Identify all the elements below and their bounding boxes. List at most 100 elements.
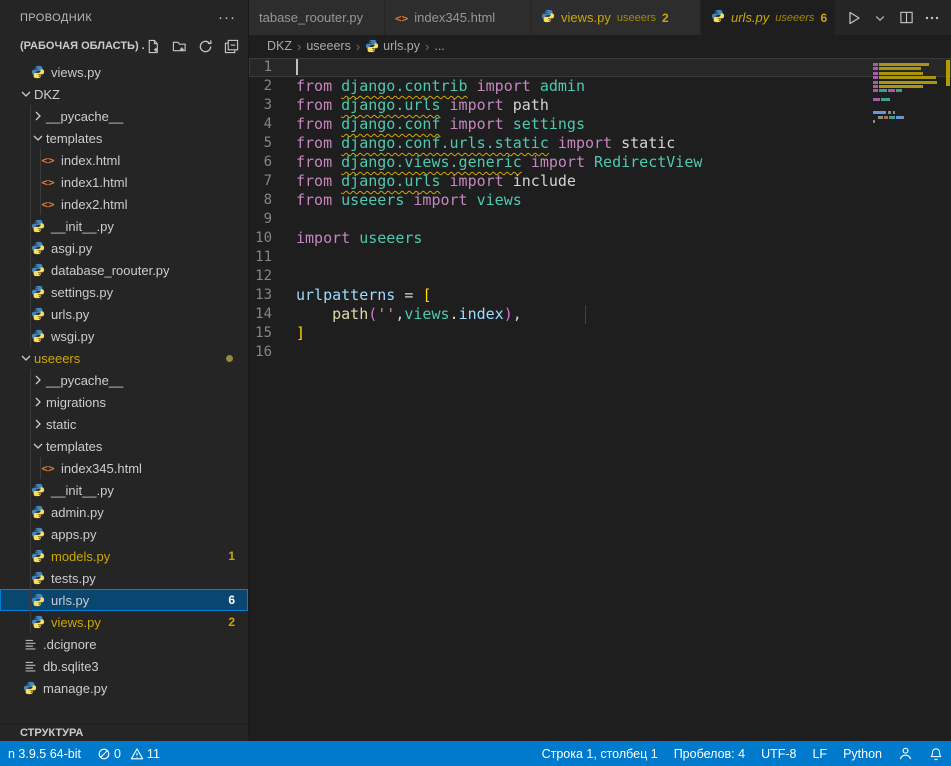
tree-folder-static[interactable]: static xyxy=(0,413,248,435)
tree-file-apps-py[interactable]: apps.py xyxy=(0,523,248,545)
split-editor-icon[interactable] xyxy=(895,7,917,29)
tree-file-settings-py[interactable]: settings.py xyxy=(0,281,248,303)
tree-file--init-py[interactable]: __init__.py xyxy=(0,215,248,237)
status-encoding[interactable]: UTF-8 xyxy=(753,741,804,766)
status-problems[interactable]: 011 xyxy=(89,741,168,766)
explorer-more-icon[interactable]: ··· xyxy=(218,9,236,26)
tree-file--dcignore[interactable]: .dcignore xyxy=(0,633,248,655)
tree-file-views-py[interactable]: views.py2 xyxy=(0,611,248,633)
overview-ruler[interactable] xyxy=(943,57,951,741)
tab-tabase-roouter-py[interactable]: tabase_roouter.py xyxy=(249,0,385,35)
tree-file-index1-html[interactable]: <>index1.html xyxy=(0,171,248,193)
tree-folder-useeers[interactable]: useeers xyxy=(0,347,248,369)
tab-index345-html[interactable]: <>index345.html xyxy=(385,0,531,35)
line-number: 13 xyxy=(249,286,296,305)
tree-item-label: index.html xyxy=(61,153,120,168)
breadcrumb-label: DKZ xyxy=(267,39,292,53)
breadcrumb-item-dkz[interactable]: DKZ xyxy=(267,39,292,53)
tree-folder--pycache-[interactable]: __pycache__ xyxy=(0,105,248,127)
code-token: django.conf.urls.static xyxy=(341,134,549,152)
status-feedback[interactable] xyxy=(890,741,921,766)
tree-folder-templates[interactable]: templates xyxy=(0,127,248,149)
tree-file-models-py[interactable]: models.py1 xyxy=(0,545,248,567)
code-token xyxy=(549,134,558,152)
tree-file-wsgi-py[interactable]: wsgi.py xyxy=(0,325,248,347)
tree-file-urls-py[interactable]: urls.py xyxy=(0,303,248,325)
indent-guide xyxy=(585,305,586,324)
tree-file-asgi-py[interactable]: asgi.py xyxy=(0,237,248,259)
minimap-mark xyxy=(893,111,895,114)
code-line-8: 8from useeers import views xyxy=(249,191,951,210)
tree-file-views-py[interactable]: views.py xyxy=(0,61,248,83)
chevron-down-icon[interactable] xyxy=(869,7,891,29)
tree-item-label: migrations xyxy=(46,395,106,410)
code-token xyxy=(468,77,477,95)
chevron-down-icon xyxy=(30,438,46,454)
problems-badge: 1 xyxy=(228,549,235,563)
editor[interactable]: 12from django.contrib import admin3from … xyxy=(249,57,951,741)
code-token: path xyxy=(513,96,549,114)
status-left: n 3.9.5 64-bit011 xyxy=(0,741,168,766)
minimap[interactable] xyxy=(873,58,943,128)
code-token: django.contrib xyxy=(341,77,467,95)
line-number: 2 xyxy=(249,77,296,96)
more-icon[interactable] xyxy=(921,7,943,29)
tab-views-py[interactable]: views.pyuseeers2 xyxy=(531,0,701,35)
tree-file-index-html[interactable]: <>index.html xyxy=(0,149,248,171)
new-folder-icon[interactable] xyxy=(170,37,188,55)
breadcrumb-item--[interactable]: ... xyxy=(434,39,444,53)
line-number: 1 xyxy=(249,58,296,77)
tree-file-admin-py[interactable]: admin.py xyxy=(0,501,248,523)
workspace-section-header[interactable]: (РАБОЧАЯ ОБЛАСТЬ) ... xyxy=(0,35,248,57)
tab-problems-badge: 2 xyxy=(662,11,669,25)
code-token: , xyxy=(513,305,522,323)
code-token xyxy=(504,172,513,190)
run-icon[interactable] xyxy=(843,7,865,29)
tree-folder-dkz[interactable]: DKZ xyxy=(0,83,248,105)
tree-file-index2-html[interactable]: <>index2.html xyxy=(0,193,248,215)
line-number: 14 xyxy=(249,305,296,324)
outline-section-header[interactable]: СТРУКТУРА xyxy=(0,723,248,741)
refresh-icon[interactable] xyxy=(196,37,214,55)
tree-file-manage-py[interactable]: manage.py xyxy=(0,677,248,699)
tree-file-tests-py[interactable]: tests.py xyxy=(0,567,248,589)
tab-label: index345.html xyxy=(414,10,495,25)
tab-urls-py[interactable]: urls.pyuseeers6 xyxy=(701,0,835,35)
code-token: django.conf xyxy=(341,115,440,133)
status-python-interpreter[interactable]: n 3.9.5 64-bit xyxy=(0,741,89,766)
new-file-icon[interactable] xyxy=(144,37,162,55)
breadcrumb-item-useeers[interactable]: useeers xyxy=(306,39,350,53)
code-token xyxy=(296,305,332,323)
tab-bar: tabase_roouter.py<>index345.htmlviews.py… xyxy=(249,0,951,35)
chevron-right-icon xyxy=(30,372,46,388)
code-token: from xyxy=(296,191,332,209)
code-token: import xyxy=(296,229,350,247)
tree-file--init-py[interactable]: __init__.py xyxy=(0,479,248,501)
problems-badge: 6 xyxy=(228,593,235,607)
tree-folder-migrations[interactable]: migrations xyxy=(0,391,248,413)
tree-file-database-roouter-py[interactable]: database_roouter.py xyxy=(0,259,248,281)
breadcrumb-item-urls-py[interactable]: urls.py xyxy=(365,39,420,53)
status-notifications[interactable] xyxy=(921,741,951,766)
tree-item-label: __init__.py xyxy=(51,483,114,498)
code-token: import xyxy=(450,115,504,133)
tree-file-db-sqlite3[interactable]: db.sqlite3 xyxy=(0,655,248,677)
status-language-mode[interactable]: Python xyxy=(835,741,890,766)
status-indentation[interactable]: Пробелов: 4 xyxy=(666,741,753,766)
collapse-all-icon[interactable] xyxy=(222,37,240,55)
tree-folder-templates[interactable]: templates xyxy=(0,435,248,457)
line-number: 8 xyxy=(249,191,296,210)
status-eol[interactable]: LF xyxy=(804,741,835,766)
explorer-actions xyxy=(144,37,240,55)
minimap-mark xyxy=(879,63,929,66)
code-token: ) xyxy=(504,305,513,323)
status-cursor-position[interactable]: Строка 1, столбец 1 xyxy=(534,741,666,766)
tree-file-index345-html[interactable]: <>index345.html xyxy=(0,457,248,479)
tree-folder--pycache-[interactable]: __pycache__ xyxy=(0,369,248,391)
code-line-9: 9 xyxy=(249,210,951,229)
tree-file-urls-py[interactable]: urls.py6 xyxy=(0,589,248,611)
python-icon xyxy=(30,64,46,80)
minimap-mark xyxy=(879,81,937,84)
code-token: admin xyxy=(540,77,585,95)
minimap-mark xyxy=(888,89,895,92)
